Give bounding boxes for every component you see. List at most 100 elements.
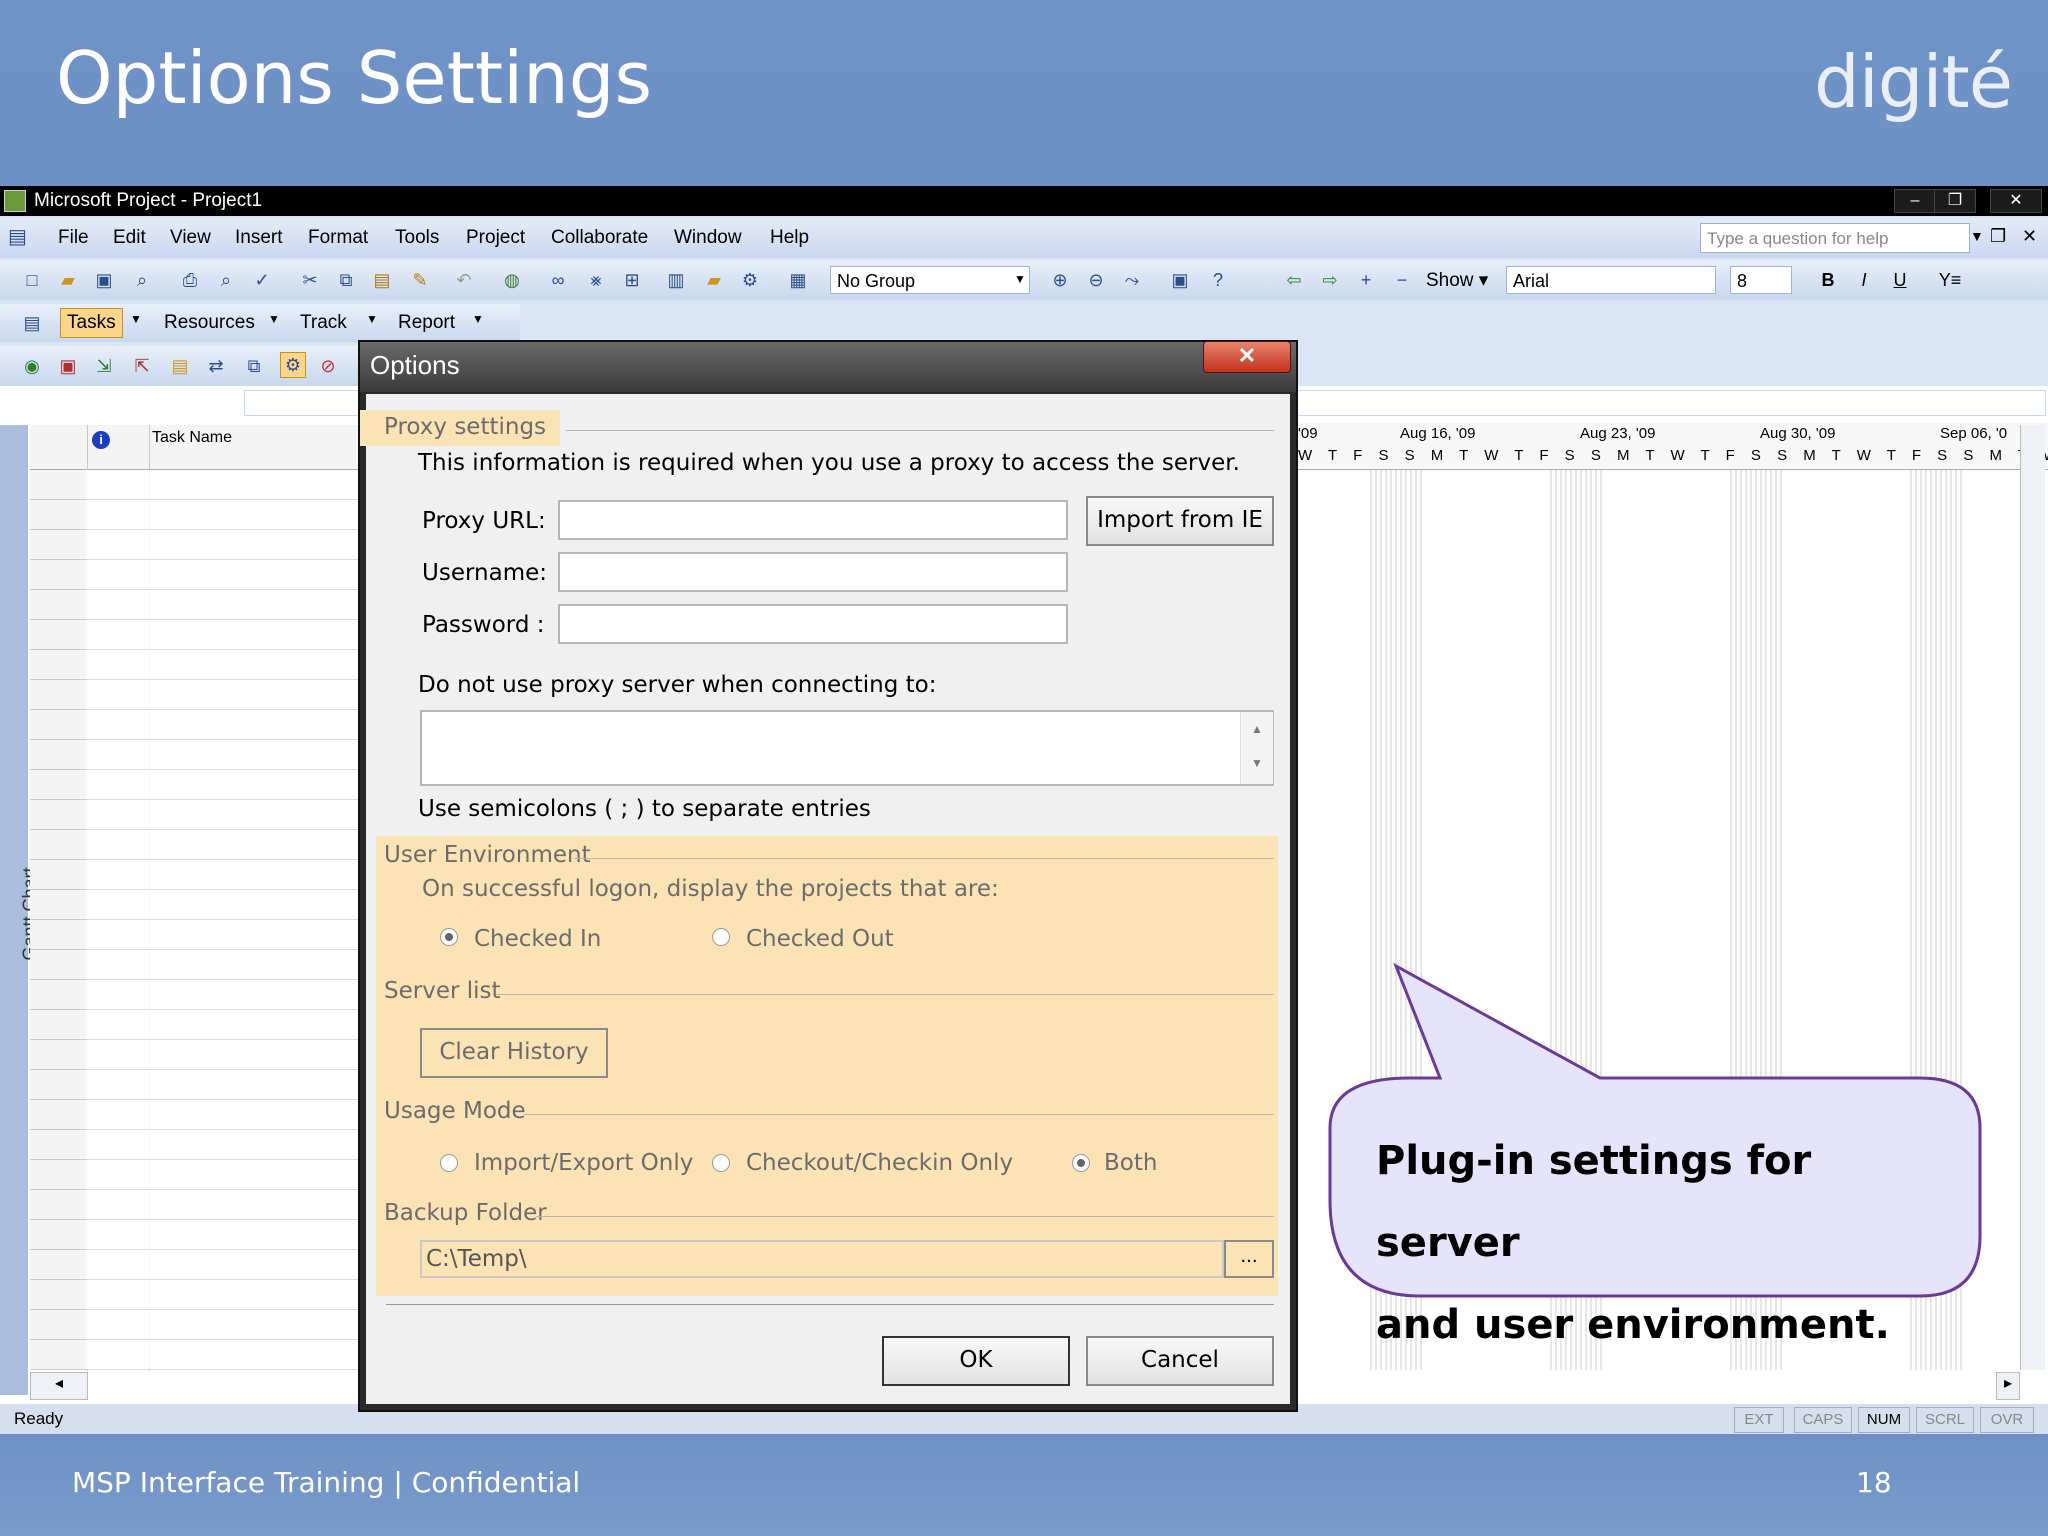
report-button[interactable]: Report bbox=[398, 312, 455, 334]
import-from-ie-button[interactable]: Import from IE bbox=[1086, 496, 1274, 546]
print-icon[interactable]: ⎙ bbox=[178, 268, 202, 292]
link-icon[interactable]: ∞ bbox=[546, 268, 570, 292]
restore-icon[interactable]: ❐ bbox=[1934, 189, 1976, 213]
globe-icon[interactable]: ◍ bbox=[500, 268, 524, 292]
compare-icon[interactable]: ⧉ bbox=[242, 354, 266, 378]
connect-icon[interactable]: ◉ bbox=[20, 354, 44, 378]
clear-history-button[interactable]: Clear History bbox=[420, 1028, 608, 1078]
filter-icon[interactable]: Y≡ bbox=[1938, 268, 1962, 292]
search-icon[interactable]: ⌕ bbox=[130, 268, 154, 292]
notes-icon[interactable]: ▰ bbox=[702, 268, 726, 292]
menu-project[interactable]: Project bbox=[466, 227, 525, 249]
both-radio[interactable] bbox=[1072, 1154, 1090, 1172]
print-preview-icon[interactable]: ⌕ bbox=[214, 268, 238, 292]
copy-icon[interactable]: ⧉ bbox=[334, 268, 358, 292]
menu-window[interactable]: Window bbox=[674, 227, 742, 249]
proxy-url-input[interactable] bbox=[558, 500, 1068, 540]
grid-header: i Task Name bbox=[30, 425, 360, 470]
zoom-in-icon[interactable]: ⊕ bbox=[1048, 268, 1072, 292]
bypass-list-textarea[interactable] bbox=[420, 710, 1274, 786]
task-info-icon[interactable]: ▥ bbox=[664, 268, 688, 292]
cut-icon[interactable]: ✂ bbox=[298, 268, 322, 292]
publish-plan-icon[interactable]: ▤ bbox=[168, 354, 192, 378]
textarea-scrollbar[interactable]: ▲ ▼ bbox=[1240, 712, 1273, 784]
dialog-close-icon[interactable]: ✕ bbox=[1203, 341, 1291, 373]
track-label: Track bbox=[300, 312, 347, 333]
checked-in-radio[interactable] bbox=[440, 928, 458, 946]
chevron-down-icon[interactable]: ▼ bbox=[366, 312, 378, 326]
section-divider bbox=[524, 1114, 1274, 1115]
chevron-down-icon[interactable]: ▼ bbox=[130, 312, 142, 326]
group-select[interactable]: No Group bbox=[830, 266, 1030, 294]
menu-format[interactable]: Format bbox=[308, 227, 368, 249]
browse-button[interactable]: ... bbox=[1224, 1240, 1274, 1278]
menu-view[interactable]: View bbox=[170, 227, 211, 249]
open-icon[interactable]: ▰ bbox=[56, 268, 80, 292]
split-icon[interactable]: ⊞ bbox=[620, 268, 644, 292]
import-export-radio[interactable] bbox=[440, 1154, 458, 1172]
show-menu[interactable]: Show ▾ bbox=[1426, 269, 1488, 292]
menu-tools[interactable]: Tools bbox=[395, 227, 439, 249]
doc-restore-icon[interactable]: ❐ bbox=[1990, 226, 2006, 247]
status-caps: CAPS bbox=[1794, 1407, 1852, 1433]
track-button[interactable]: Track bbox=[300, 312, 347, 334]
arrow-left-icon[interactable]: ⇦ bbox=[1282, 268, 1306, 292]
menu-insert[interactable]: Insert bbox=[235, 227, 283, 249]
new-icon[interactable]: □ bbox=[20, 268, 44, 292]
close-icon[interactable]: ✕ bbox=[1990, 189, 2042, 213]
scroll-right-icon[interactable]: ▸ bbox=[1996, 1372, 2020, 1400]
menu-file[interactable]: File bbox=[58, 227, 89, 249]
underline-icon[interactable]: U bbox=[1888, 268, 1912, 292]
column-task-name[interactable]: Task Name bbox=[152, 429, 232, 447]
menu-collaborate[interactable]: Collaborate bbox=[551, 227, 648, 249]
sync-icon[interactable]: ⇄ bbox=[204, 354, 228, 378]
bold-icon[interactable]: B bbox=[1816, 268, 1840, 292]
backup-folder-input[interactable]: C:\Temp\ bbox=[420, 1240, 1224, 1278]
checked-out-label: Checked Out bbox=[746, 926, 894, 952]
ok-button[interactable]: OK bbox=[882, 1336, 1070, 1386]
tasks-button[interactable]: Tasks bbox=[60, 308, 123, 338]
save-icon[interactable]: ▣ bbox=[92, 268, 116, 292]
publish-icon[interactable]: ▦ bbox=[786, 268, 810, 292]
paste-icon[interactable]: ▤ bbox=[370, 268, 394, 292]
doc-close-icon[interactable]: ✕ bbox=[2022, 226, 2037, 247]
help-search-input[interactable]: Type a question for help bbox=[1700, 223, 1970, 253]
italic-icon[interactable]: I bbox=[1852, 268, 1876, 292]
import-icon[interactable]: ⇲ bbox=[92, 354, 116, 378]
go-to-task-icon[interactable]: ⤳ bbox=[1120, 268, 1144, 292]
chevron-down-icon[interactable]: ▼ bbox=[268, 312, 280, 326]
undo-icon[interactable]: ↶ bbox=[452, 268, 476, 292]
checked-out-radio[interactable] bbox=[712, 928, 730, 946]
password-input[interactable] bbox=[558, 604, 1068, 644]
spelling-icon[interactable]: ✓ bbox=[250, 268, 274, 292]
help-icon[interactable]: ? bbox=[1206, 268, 1230, 292]
copy-picture-icon[interactable]: ▣ bbox=[1168, 268, 1192, 292]
timescale-week: Aug 30, '09 bbox=[1760, 425, 1836, 442]
export-icon[interactable]: ⇱ bbox=[130, 354, 154, 378]
resources-button[interactable]: Resources bbox=[164, 312, 255, 334]
vertical-scrollbar[interactable] bbox=[2020, 425, 2045, 1370]
grid-icon[interactable]: ▤ bbox=[20, 311, 44, 335]
chevron-down-icon[interactable]: ▼ bbox=[472, 312, 484, 326]
menu-help[interactable]: Help bbox=[770, 227, 809, 249]
zoom-out-icon[interactable]: ⊖ bbox=[1084, 268, 1108, 292]
assign-resources-icon[interactable]: ⚙ bbox=[738, 268, 762, 292]
checkout-checkin-radio[interactable] bbox=[712, 1154, 730, 1172]
checkin-icon[interactable]: ▣ bbox=[56, 354, 80, 378]
format-painter-icon[interactable]: ✎ bbox=[408, 268, 432, 292]
chevron-down-icon[interactable]: ▼ bbox=[1014, 272, 1026, 286]
username-input[interactable] bbox=[558, 552, 1068, 592]
arrow-right-icon[interactable]: ⇨ bbox=[1318, 268, 1342, 292]
minimize-icon[interactable]: – bbox=[1894, 189, 1936, 213]
cancel-button[interactable]: Cancel bbox=[1086, 1336, 1274, 1386]
minus-icon[interactable]: − bbox=[1390, 268, 1414, 292]
font-select[interactable]: Arial bbox=[1506, 266, 1716, 294]
font-size-select[interactable]: 8 bbox=[1730, 266, 1792, 294]
unlink-icon[interactable]: ⨳ bbox=[584, 268, 608, 292]
options-icon[interactable]: ⚙ bbox=[280, 352, 306, 378]
chevron-down-icon[interactable]: ▼ bbox=[1970, 228, 1984, 244]
plus-icon[interactable]: + bbox=[1354, 268, 1378, 292]
menu-edit[interactable]: Edit bbox=[113, 227, 146, 249]
disconnect-icon[interactable]: ⊘ bbox=[316, 354, 340, 378]
scroll-left-icon[interactable]: ◂ bbox=[30, 1372, 88, 1400]
